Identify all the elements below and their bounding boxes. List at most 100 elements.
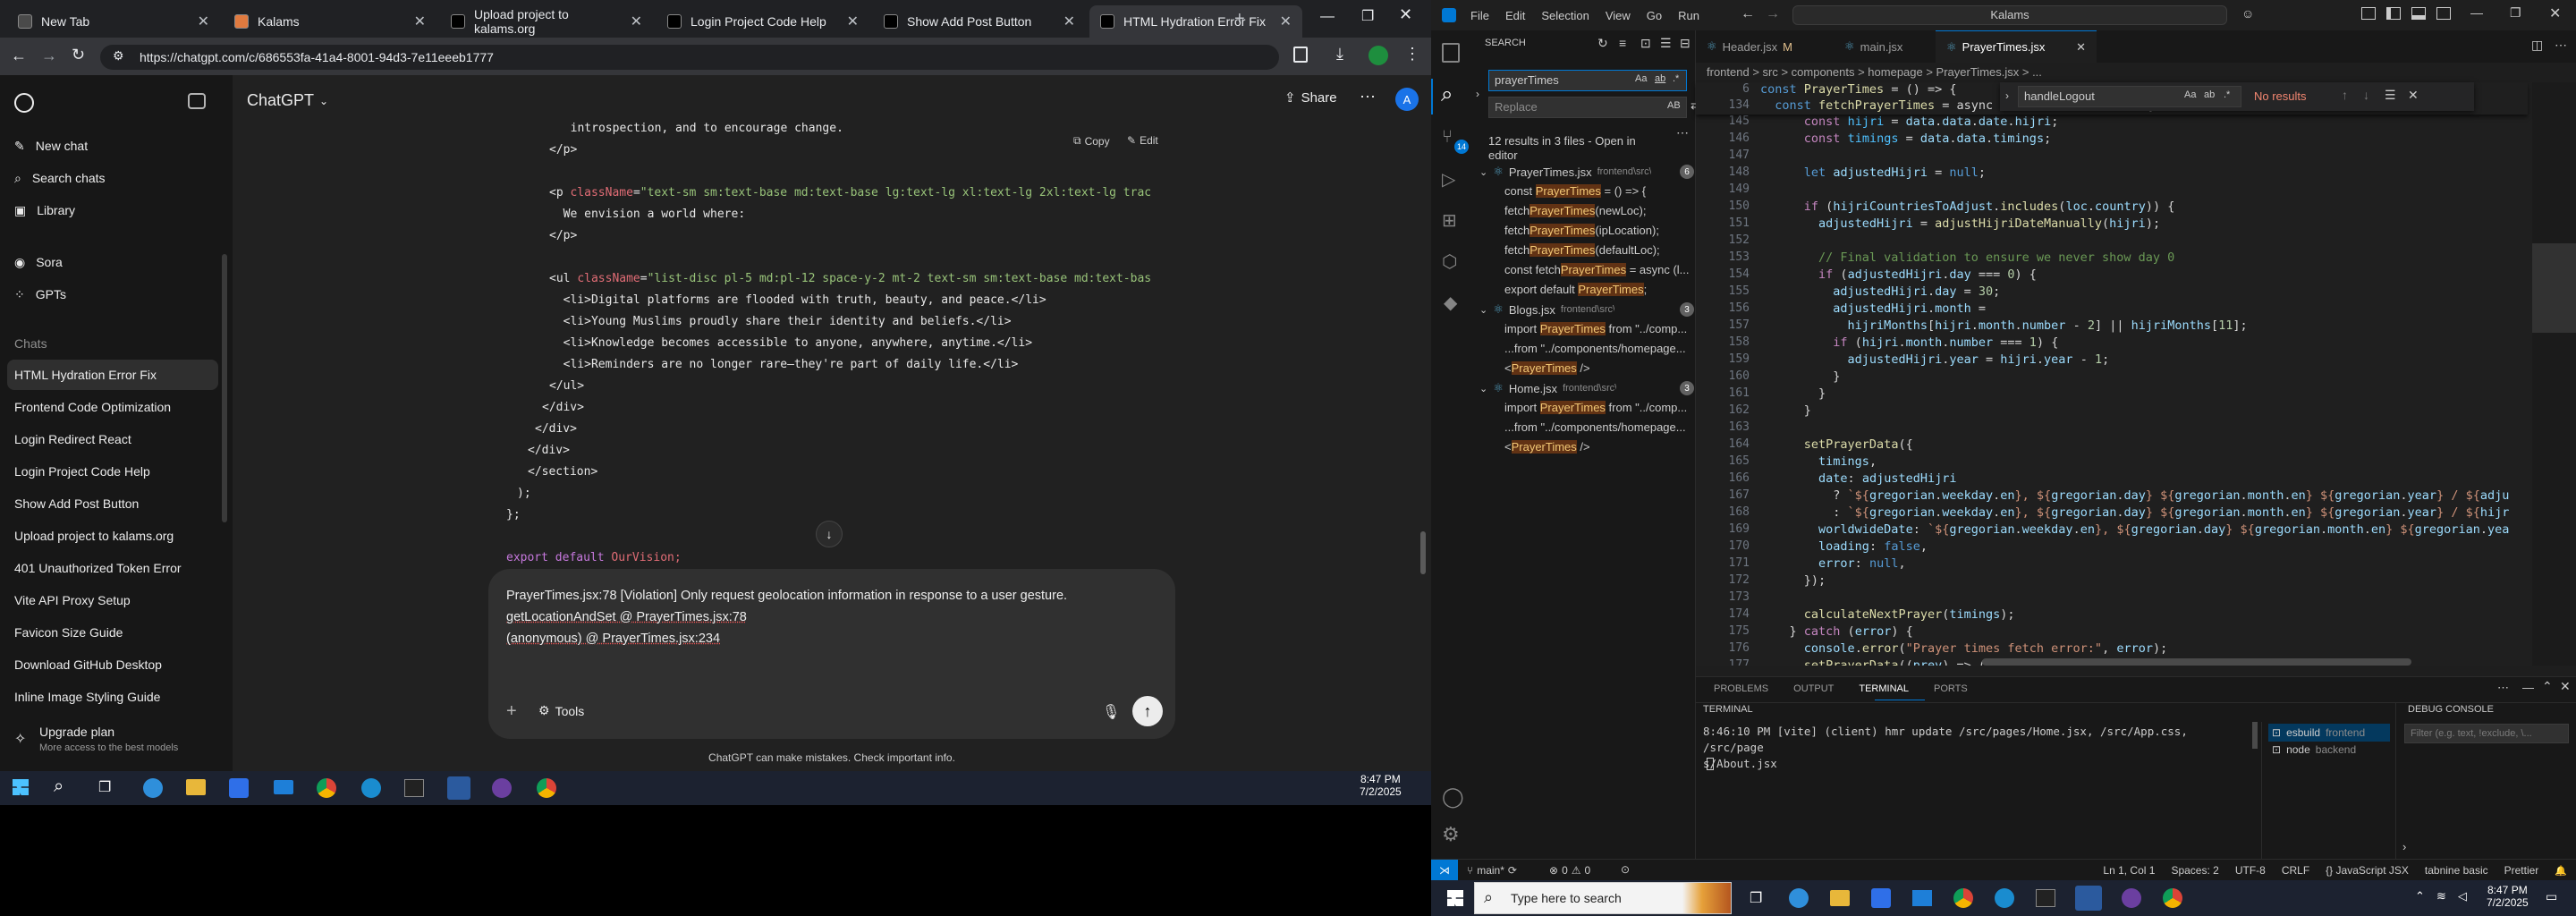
code-line[interactable]: calculateNextPrayer(timings); xyxy=(1760,607,2015,622)
find-match-case-icon[interactable]: Aa xyxy=(2184,89,2196,100)
code-line[interactable]: adjustedHijri.month = xyxy=(1760,301,1986,316)
profile-avatar[interactable] xyxy=(1368,46,1388,65)
accounts-icon[interactable]: ◯ xyxy=(1442,785,1464,809)
wifi-icon[interactable]: ≋ xyxy=(2436,889,2446,903)
command-center[interactable]: Kalams xyxy=(1792,5,2227,25)
code-line[interactable]: adjustedHijri = adjustHijriDateManually(… xyxy=(1760,216,2160,231)
taskbar-search-box[interactable]: ⌕ Type here to search xyxy=(1474,882,1732,914)
extensions-icon[interactable]: ⊞ xyxy=(1442,209,1457,232)
code-line[interactable]: loading: false, xyxy=(1760,539,1928,554)
code-line[interactable]: adjustedHijri.year = hijri.year - 1; xyxy=(1760,352,2110,367)
prompt-input[interactable]: PrayerTimes.jsx:78 [Violation] Only requ… xyxy=(506,585,1159,649)
code-line[interactable]: error: null, xyxy=(1760,556,1906,571)
panel-minimize-icon[interactable]: — xyxy=(2522,681,2534,694)
notifications-icon[interactable]: ▭ xyxy=(2546,889,2557,904)
new-search-editor-icon[interactable]: ⊡ xyxy=(1640,36,1651,51)
regex-icon[interactable]: .* xyxy=(1673,73,1679,84)
tab-close-icon[interactable]: ✕ xyxy=(414,13,426,30)
chat-history-item[interactable]: Upload project to kalams.org xyxy=(7,521,218,551)
result-match[interactable]: const PrayerTimes = () => { xyxy=(1504,184,1692,198)
windows-start-icon[interactable] xyxy=(1447,890,1463,906)
copilot-icon[interactable]: ☺ xyxy=(2241,6,2254,21)
code-line[interactable]: } xyxy=(1760,403,1811,418)
remote-explorer-icon[interactable]: ⬡ xyxy=(1442,250,1457,273)
store-icon[interactable] xyxy=(1871,888,1891,908)
manage-gear-icon[interactable]: ⚙ xyxy=(1442,823,1460,846)
code-line[interactable]: const timings = data.data.timings; xyxy=(1760,131,2051,146)
tab-prayertimes-jsx[interactable]: ⚛ PrayerTimes.jsx ✕ xyxy=(1936,30,2097,63)
collapse-all-icon[interactable]: ⊟ xyxy=(1680,36,1690,51)
code-line[interactable]: worldwideDate: `${gregorian.weekday.en},… xyxy=(1760,522,2509,537)
reload-icon[interactable]: ↻ xyxy=(72,46,85,64)
taskbar-search-icon[interactable]: ⌕ xyxy=(54,776,64,797)
chat-history-item[interactable]: Login Redirect React xyxy=(7,424,218,454)
more-menu-icon[interactable]: ⋮ xyxy=(1404,45,1420,64)
new-chat-button[interactable]: ✎ New chat xyxy=(7,131,218,161)
new-tab-plus-icon[interactable]: + xyxy=(1234,9,1245,30)
result-match[interactable]: export default PrayerTimes; xyxy=(1504,283,1692,296)
tab-close-icon[interactable]: ✕ xyxy=(1280,13,1292,30)
result-match[interactable]: fetchPrayerTimes(ipLocation); xyxy=(1504,224,1692,237)
microphone-icon[interactable]: 🎙 xyxy=(1102,703,1120,721)
tab-close-icon[interactable]: ✕ xyxy=(847,13,859,30)
terminal-item-esbuild[interactable]: ⊡ esbuild frontend xyxy=(2268,724,2390,742)
close-panel-icon[interactable]: ✕ xyxy=(2560,679,2571,694)
chat-history-item[interactable]: Frontend Code Optimization xyxy=(7,392,218,422)
layout-icon[interactable] xyxy=(2361,7,2376,20)
terminal-icon[interactable] xyxy=(2036,889,2055,907)
code-line[interactable]: date: adjustedHijri xyxy=(1760,471,1956,486)
gpts-button[interactable]: ⁘ GPTs xyxy=(7,279,218,310)
code-line[interactable]: } catch (error) { xyxy=(1760,624,1913,639)
terminal-output[interactable]: 8:46:10 PM [vite] (client) hmr update /s… xyxy=(1703,724,2240,772)
code-line[interactable]: setPrayerData({ xyxy=(1760,437,1913,452)
code-line[interactable]: console.error("Prayer times fetch error:… xyxy=(1760,641,2167,656)
toggle-sidebar-icon[interactable] xyxy=(188,93,206,109)
app-icon[interactable] xyxy=(361,778,381,798)
share-button[interactable]: ⇪ Share xyxy=(1284,89,1337,106)
chat-history-item[interactable]: Vite API Proxy Setup xyxy=(7,585,218,615)
file-explorer-icon[interactable] xyxy=(186,779,206,795)
code-line[interactable]: // Final validation to ensure we never s… xyxy=(1760,250,2174,265)
editor-more-actions-icon[interactable]: ⋯ xyxy=(2555,38,2567,53)
menu-go[interactable]: Go xyxy=(1647,9,1662,22)
panel-more-icon[interactable]: ⋯ xyxy=(2497,681,2509,695)
code-line[interactable]: } xyxy=(1760,386,1826,401)
view-as-tree-icon[interactable]: ☰ xyxy=(1660,36,1672,51)
app-icon[interactable] xyxy=(1995,888,2014,908)
sticky-line[interactable]: const PrayerTimes = () => { xyxy=(1760,82,1956,97)
library-button[interactable]: ▣ Library xyxy=(7,195,218,225)
match-whole-word-icon[interactable]: ab xyxy=(1655,73,1665,84)
maximize-panel-icon[interactable]: ⌃ xyxy=(2542,679,2553,694)
chat-scrollbar[interactable] xyxy=(1420,531,1426,574)
toggle-primary-sidebar-icon[interactable] xyxy=(2386,7,2401,20)
code-line[interactable]: if (hijriCountriesToAdjust.includes(loc.… xyxy=(1760,199,2175,214)
chrome-icon-2[interactable] xyxy=(2163,888,2182,908)
result-file[interactable]: ⌄⚛Blogs.jsxfrontend\src\pages3 xyxy=(1479,302,1694,317)
tray-chevron-icon[interactable]: ⌃ xyxy=(2415,889,2425,903)
terminal-item-node[interactable]: ⊡ node backend xyxy=(2268,743,2356,756)
match-case-icon[interactable]: Aa xyxy=(1635,73,1647,84)
tab-close-icon[interactable]: ✕ xyxy=(631,13,642,30)
result-match[interactable]: fetchPrayerTimes(defaultLoc); xyxy=(1504,243,1692,257)
status-item[interactable]: Ln 1, Col 1 xyxy=(2103,864,2155,877)
toggle-replace-icon[interactable]: › xyxy=(2005,89,2009,102)
status-item[interactable]: Prettier xyxy=(2504,864,2539,877)
code-line[interactable]: timings, xyxy=(1760,454,1877,469)
result-match[interactable]: import PrayerTimes from "../comp... xyxy=(1504,401,1692,414)
result-match[interactable]: <PrayerTimes /> xyxy=(1504,361,1692,375)
close-window-icon[interactable]: ✕ xyxy=(1399,5,1412,24)
prompt-composer[interactable]: PrayerTimes.jsx:78 [Violation] Only requ… xyxy=(488,569,1175,739)
site-info-icon[interactable]: ⚙ xyxy=(113,48,124,64)
chat-history-item[interactable]: Login Project Code Help xyxy=(7,456,218,487)
menu-view[interactable]: View xyxy=(1606,9,1631,22)
result-match[interactable]: const fetchPrayerTimes = async (l... xyxy=(1504,263,1692,276)
user-avatar[interactable]: A xyxy=(1395,88,1419,111)
result-match[interactable]: <PrayerTimes /> xyxy=(1504,440,1692,454)
vscode-taskbar-icon[interactable] xyxy=(2075,886,2102,911)
source-control-icon[interactable]: ⑂ xyxy=(1442,127,1453,148)
forward-icon[interactable]: → xyxy=(41,47,57,65)
file-explorer-icon[interactable] xyxy=(1830,890,1850,906)
previous-match-icon[interactable]: ↑ xyxy=(2342,88,2348,102)
browser-tab-3[interactable]: Login Project Code Help ✕ xyxy=(657,5,869,38)
chrome-icon[interactable] xyxy=(317,778,336,798)
